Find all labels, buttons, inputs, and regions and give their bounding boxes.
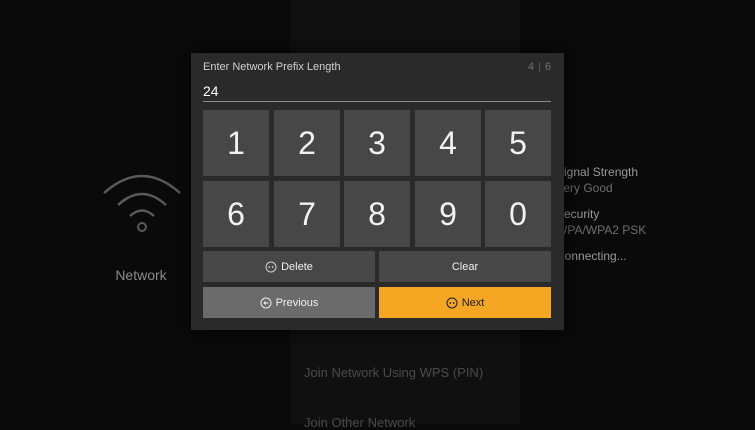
wifi-icon	[103, 174, 181, 232]
security-key: Security	[556, 207, 600, 221]
previous-label: Previous	[275, 296, 319, 309]
prefix-length-dialog: Enter Network Prefix Length 4 | 6 24 1 2 3…	[191, 53, 564, 330]
key-9[interactable]: 9	[415, 181, 481, 247]
key-4[interactable]: 4	[415, 110, 481, 176]
key-5[interactable]: 5	[485, 110, 551, 176]
signal-strength-value: Very Good	[556, 181, 613, 195]
step-total: 6	[544, 61, 551, 73]
key-2[interactable]: 2	[274, 110, 340, 176]
step-counter: 4 | 6	[528, 61, 551, 73]
connecting-status: Connecting...	[556, 249, 627, 263]
dialog-title: Enter Network Prefix Length	[203, 61, 341, 73]
signal-strength-detail: Signal Strength Very Good	[556, 165, 638, 195]
connecting-text: Connecting...	[556, 249, 627, 263]
delete-icon	[265, 261, 277, 273]
next-label: Next	[461, 296, 485, 309]
next-button[interactable]: Next	[379, 287, 551, 318]
step-current: 4	[527, 61, 535, 73]
next-icon	[446, 297, 458, 309]
clear-button[interactable]: Clear	[379, 251, 551, 282]
previous-icon	[260, 297, 272, 309]
key-1[interactable]: 1	[203, 110, 269, 176]
delete-button[interactable]: Delete	[203, 251, 375, 282]
menu-item-join-wps-pin[interactable]: Join Network Using WPS (PIN)	[304, 365, 483, 380]
prefix-length-input[interactable]: 24	[203, 83, 219, 99]
delete-label: Delete	[281, 260, 313, 273]
key-3[interactable]: 3	[344, 110, 410, 176]
security-value: WPA/WPA2 PSK	[556, 223, 647, 237]
key-6[interactable]: 6	[203, 181, 269, 247]
signal-strength-key: Signal Strength	[556, 165, 639, 179]
network-label: Network	[115, 267, 167, 283]
key-8[interactable]: 8	[344, 181, 410, 247]
step-separator: |	[538, 61, 541, 73]
input-underline	[203, 101, 551, 102]
previous-button[interactable]: Previous	[203, 287, 375, 318]
menu-item-join-other-network[interactable]: Join Other Network	[304, 415, 415, 430]
clear-label: Clear	[451, 260, 479, 273]
security-detail: Security WPA/WPA2 PSK	[556, 207, 646, 237]
key-0[interactable]: 0	[485, 181, 551, 247]
key-7[interactable]: 7	[274, 181, 340, 247]
